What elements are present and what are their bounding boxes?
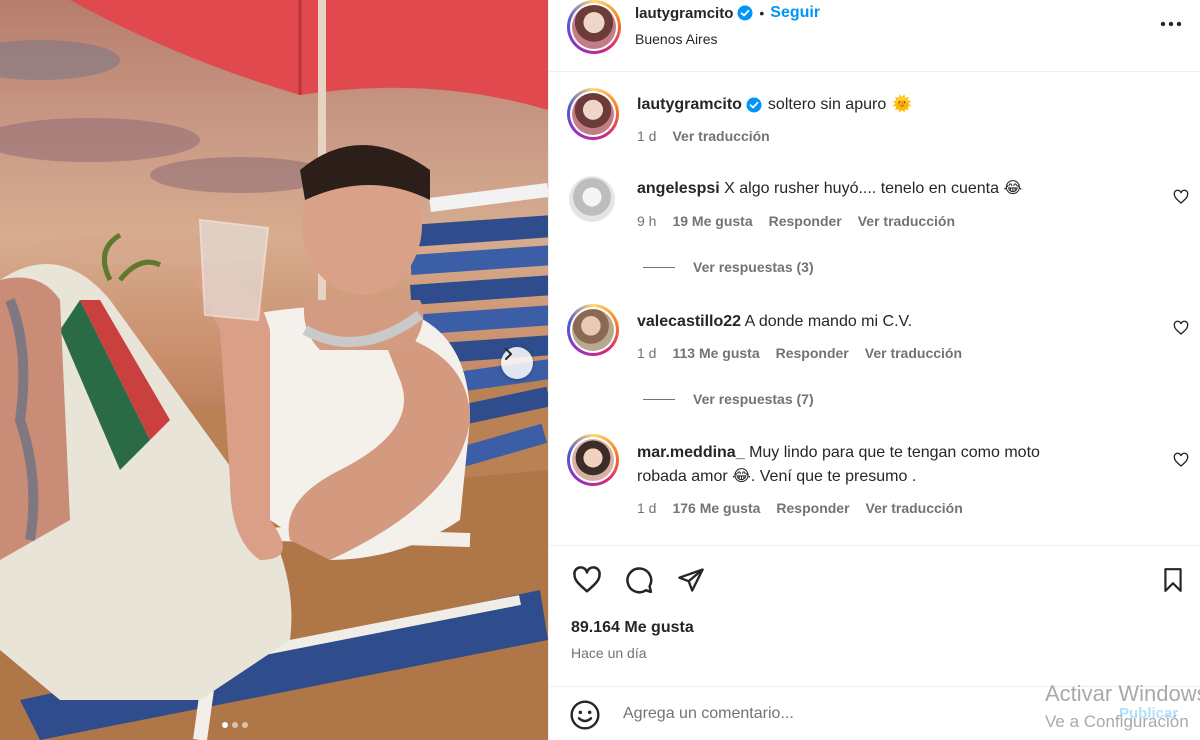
- share-icon: [678, 568, 704, 592]
- caption-translate-link[interactable]: Ver traducción: [672, 128, 769, 144]
- comment-text: A donde mando mi C.V.: [744, 313, 913, 330]
- post-panel: lautygramcito • Seguir Buenos Aires laut…: [548, 0, 1200, 740]
- like-button[interactable]: [571, 564, 603, 596]
- carousel-dots: [222, 722, 248, 728]
- bookmark-icon: [1164, 568, 1182, 592]
- sun-emoji: 🌞: [892, 96, 913, 113]
- follow-button[interactable]: Seguir: [770, 4, 820, 22]
- comment-text: Muy lindo para que te tengan como moto: [749, 444, 1040, 461]
- comment-likes[interactable]: 113 Me gusta: [672, 345, 759, 361]
- avatar: [572, 309, 614, 351]
- header-separator: •: [759, 5, 765, 21]
- emoji-icon[interactable]: [569, 699, 601, 731]
- comment-avatar[interactable]: [567, 304, 619, 356]
- replies-line: [643, 266, 675, 268]
- comment-time[interactable]: 1 d: [637, 500, 656, 516]
- comment-time[interactable]: 1 d: [637, 345, 656, 361]
- activation-watermark: Activar Windows: [1045, 681, 1200, 706]
- comment-avatar[interactable]: [569, 176, 615, 222]
- photo-illustration: [0, 0, 548, 740]
- carousel-dot: [242, 722, 248, 728]
- view-replies-button[interactable]: Ver respuestas (7): [643, 391, 814, 407]
- avatar: [571, 178, 613, 220]
- save-button[interactable]: [1157, 564, 1189, 596]
- verified-badge-icon: [746, 97, 762, 113]
- comment-reply-button[interactable]: Responder: [776, 500, 849, 516]
- comment-meta: 1 d 176 Me gusta Responder Ver traducció…: [637, 500, 963, 516]
- comment-row: valecastillo22 A donde mando mi C.V.: [637, 310, 912, 334]
- comment-row: angelespsi X algo rusher huyó.... tenelo…: [637, 177, 1022, 201]
- comment-button[interactable]: [623, 564, 655, 596]
- likes-count[interactable]: 89.164 Me gusta: [571, 619, 694, 637]
- share-button[interactable]: [675, 564, 707, 596]
- carousel-dot: [222, 722, 228, 728]
- carousel-dot: [232, 722, 238, 728]
- comment-meta: 9 h 19 Me gusta Responder Ver traducción: [637, 213, 955, 229]
- caption-meta: 1 d Ver traducción: [637, 128, 770, 144]
- comment-username[interactable]: mar.meddina_: [637, 444, 745, 461]
- caption-text: soltero sin apuro: [767, 96, 887, 113]
- view-replies-label: Ver respuestas (3): [693, 259, 814, 275]
- comment-username[interactable]: angelespsi: [637, 180, 720, 197]
- comment-like-heart-icon[interactable]: [1173, 189, 1189, 205]
- avatar: [572, 439, 614, 481]
- chevron-right-icon: [505, 348, 512, 360]
- caption-time[interactable]: 1 d: [637, 128, 656, 144]
- comment-meta: 1 d 113 Me gusta Responder Ver traducció…: [637, 345, 962, 361]
- comment-avatar[interactable]: [567, 434, 619, 486]
- avatar: [572, 93, 614, 135]
- comment-like-heart-icon[interactable]: [1173, 320, 1189, 336]
- caption-row: lautygramcito soltero sin apuro 🌞: [637, 93, 912, 117]
- header-username[interactable]: lautygramcito: [635, 5, 733, 22]
- comment-reply-button[interactable]: Responder: [776, 345, 849, 361]
- comment-reply-button[interactable]: Responder: [769, 213, 842, 229]
- comment-input[interactable]: [623, 701, 1053, 727]
- comment-translate-link[interactable]: Ver traducción: [866, 500, 963, 516]
- header-title-row: lautygramcito • Seguir: [635, 4, 820, 22]
- comment-likes[interactable]: 19 Me gusta: [672, 213, 752, 229]
- comment-translate-link[interactable]: Ver traducción: [865, 345, 962, 361]
- comment-like-heart-icon[interactable]: [1173, 452, 1189, 468]
- more-dots-icon: [1160, 21, 1182, 27]
- comment-row: mar.meddina_ Muy lindo para que te tenga…: [637, 441, 1117, 489]
- view-replies-button[interactable]: Ver respuestas (3): [643, 259, 814, 275]
- post-header: lautygramcito • Seguir Buenos Aires: [549, 0, 1200, 72]
- view-replies-label: Ver respuestas (7): [693, 391, 814, 407]
- caption-username[interactable]: lautygramcito: [637, 96, 742, 114]
- comment-time[interactable]: 9 h: [637, 213, 656, 229]
- comment-translate-link[interactable]: Ver traducción: [858, 213, 955, 229]
- comment-icon: [626, 567, 653, 594]
- comment-likes[interactable]: 176 Me gusta: [672, 500, 760, 516]
- heart-icon: [573, 566, 601, 593]
- caption-avatar[interactable]: [567, 88, 619, 140]
- avatar: [572, 5, 616, 49]
- post-time-ago: Hace un día: [571, 645, 647, 661]
- comment-text-continued: robada amor 😂. Vení que te presumo .: [637, 468, 917, 485]
- author-avatar[interactable]: [567, 0, 621, 54]
- more-options-button[interactable]: [1157, 12, 1185, 36]
- location-link[interactable]: Buenos Aires: [635, 31, 718, 47]
- post-actions: 89.164 Me gusta Hace un día: [549, 545, 1200, 665]
- carousel-next-button[interactable]: [501, 347, 533, 379]
- activation-watermark-sub: Ve a Configuración: [1045, 712, 1189, 731]
- comment-text: X algo rusher huyó.... tenelo en cuenta …: [724, 180, 1023, 197]
- post-photo[interactable]: [0, 0, 548, 740]
- comment-username[interactable]: valecastillo22: [637, 313, 741, 330]
- verified-badge-icon: [737, 5, 753, 21]
- replies-line: [643, 398, 675, 400]
